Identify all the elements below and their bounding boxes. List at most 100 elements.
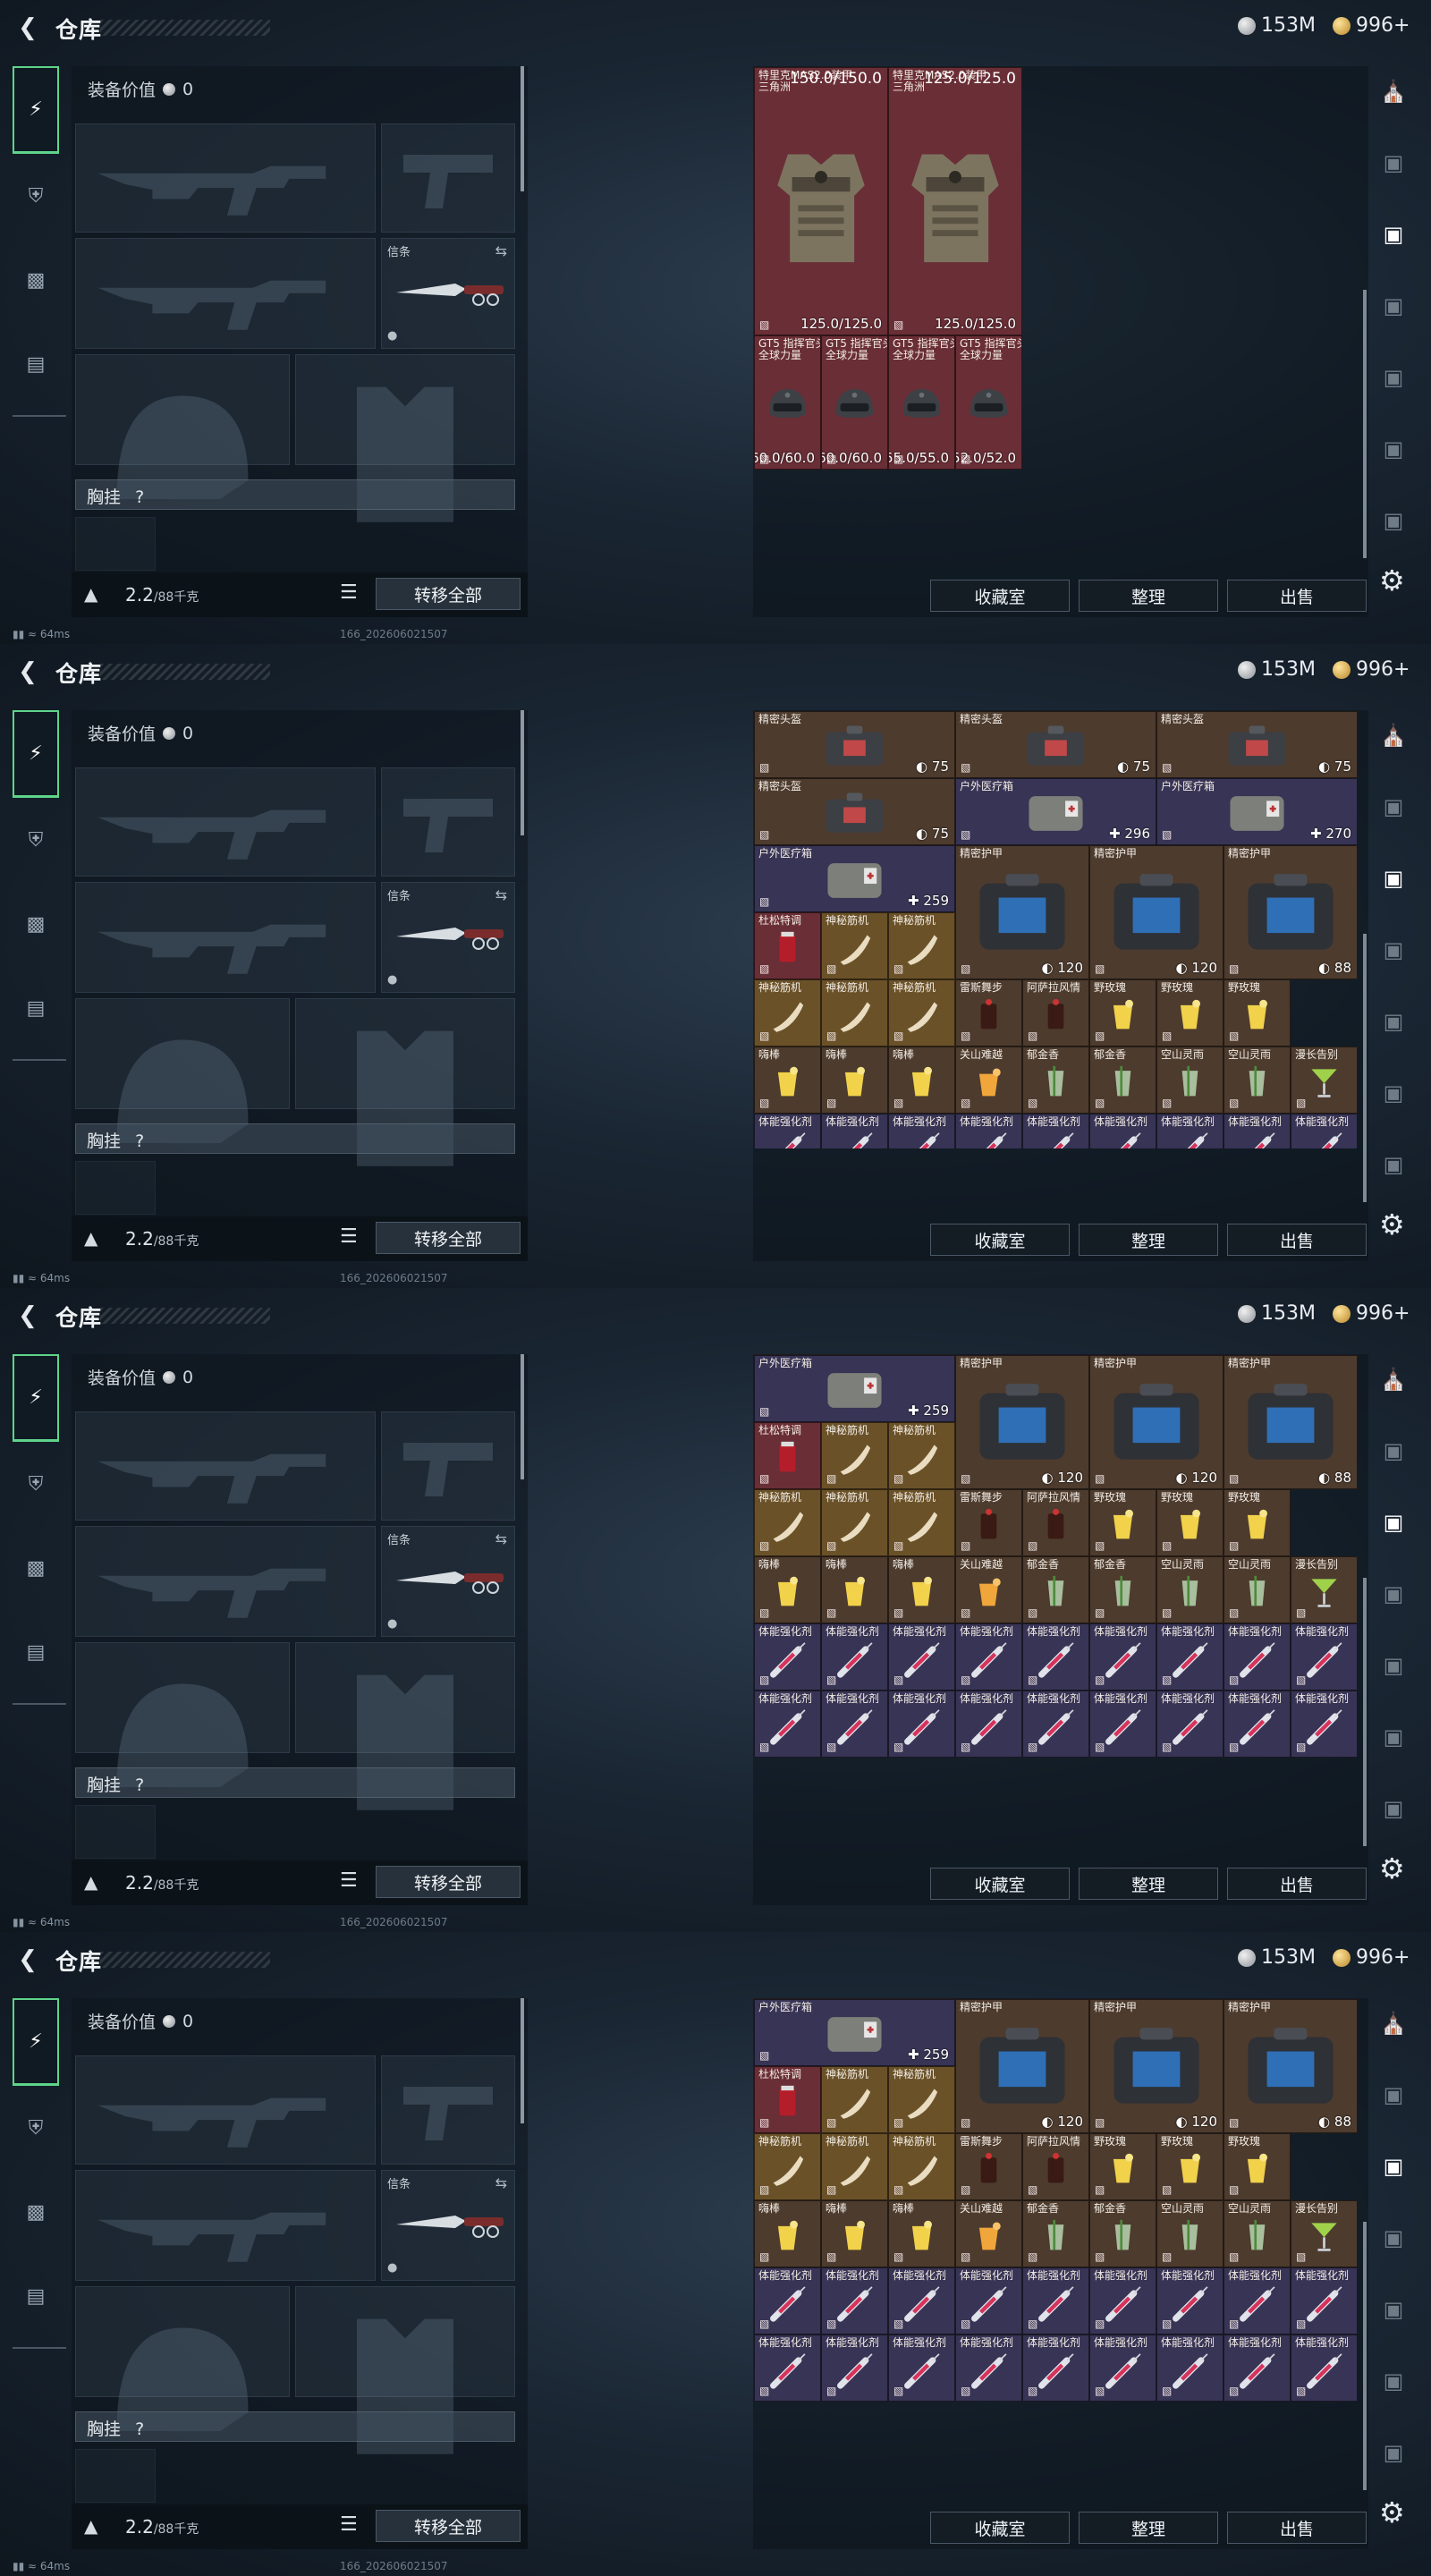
list-icon[interactable]: ☰ [340,581,358,604]
stash-page-icon[interactable]: ▣ [1374,1004,1413,1039]
stash-item[interactable]: 特里克MAS2.0装甲 三角洲 150.0/150.0 125.0/125.0 ▧ [754,67,888,335]
stash-item[interactable]: 体能强化剂▧ [1291,2334,1358,2402]
stash-item[interactable]: 杜松特调 ▧ [754,2066,821,2133]
stash-page-active-icon[interactable]: ▣ [1374,860,1413,896]
stash-item[interactable]: 嗨棒 ▧ [888,1556,955,1623]
stash-item[interactable]: 精密护甲 ◐ 120 ▧ [1089,845,1224,979]
help-icon[interactable]: ? [135,1131,144,1151]
tertiary-weapon-slot[interactable] [75,1526,376,1637]
stash-item[interactable]: 体能强化剂▧ [1291,1690,1358,1758]
collection-room-button[interactable]: 收藏室 [930,1224,1070,1256]
stash-item[interactable]: 神秘筋机 ▧ [821,2066,888,2133]
stash-item[interactable]: 体能强化剂▧ [1291,1623,1358,1690]
tertiary-weapon-slot[interactable] [75,882,376,993]
stash-page-icon[interactable]: ▣ [1374,503,1413,538]
home-stash-icon[interactable]: ⛪ [1374,73,1413,109]
melee-slot[interactable]: 信条 ⇆ ● [381,882,515,993]
tab-backpack[interactable]: ▩ [13,238,59,322]
left-scrollbar[interactable] [521,66,524,191]
stash-item[interactable]: 野玫瑰 ▧ [1089,2133,1156,2200]
stash-item[interactable]: 体能强化剂▧ [754,2267,821,2334]
stash-item[interactable]: 神秘筋机 ▧ [821,1489,888,1556]
tab-backpack[interactable]: ▩ [13,1526,59,1610]
move-all-button[interactable]: 转移全部 [376,2510,521,2542]
stash-item[interactable]: 郁金香 ▧ [1089,2200,1156,2267]
secondary-weapon-slot[interactable] [381,123,515,233]
stash-item[interactable]: 野玫瑰 ▧ [1089,1489,1156,1556]
sell-button[interactable]: 出售 [1227,2512,1367,2544]
collection-room-button[interactable]: 收藏室 [930,1868,1070,1900]
chest-rig-header[interactable]: 胸挂 ? [75,479,515,510]
helmet-slot[interactable] [75,998,290,1143]
stash-item[interactable]: 嗨棒 ▧ [754,2200,821,2267]
stash-item[interactable]: 精密头盔 ◐ 75 ▧ [754,778,955,845]
stash-item[interactable]: 体能强化剂▧ [955,1623,1022,1690]
stash-item[interactable]: 体能强化剂▧ [888,1690,955,1758]
stash-item[interactable]: 体能强化剂▧ [1156,1623,1224,1690]
left-scrollbar[interactable] [521,1998,524,2123]
help-icon[interactable]: ? [135,1775,144,1795]
stash-item[interactable]: 体能强化剂▧ [754,1623,821,1690]
list-icon[interactable]: ☰ [340,1869,358,1892]
help-icon[interactable]: ? [135,487,144,507]
stash-item[interactable]: 雷斯舞步 ▧ [955,979,1022,1046]
stash-scrollbar[interactable] [1363,934,1367,1202]
sell-button[interactable]: 出售 [1227,580,1367,612]
stash-item[interactable]: 精密头盔 ◐ 75 ▧ [1156,711,1358,778]
stash-item[interactable]: 野玫瑰 ▧ [1156,979,1224,1046]
stash-item[interactable]: 特里克MAS2.0装甲 三角洲 125.0/125.0 125.0/125.0 ▧ [888,67,1022,335]
body-armor-slot[interactable] [295,354,515,522]
stash-item[interactable]: 体能强化剂▧ [1224,2334,1291,2402]
stash-item[interactable]: 野玫瑰 ▧ [1224,2133,1291,2200]
back-arrow-icon[interactable]: ❮ [13,1945,43,1975]
stash-item[interactable]: 杜松特调 ▧ [754,1422,821,1489]
stash-item[interactable]: 漫长告别 ▧ [1291,1556,1358,1623]
stash-page-icon[interactable]: ▣ [1374,1147,1413,1182]
stash-page-active-icon[interactable]: ▣ [1374,2148,1413,2184]
stash-item[interactable]: 郁金香 ▧ [1089,1556,1156,1623]
tab-backpack[interactable]: ▩ [13,882,59,966]
stash-item[interactable]: 户外医疗箱 ✚ 259 ▧ [754,845,955,912]
helmet-slot[interactable] [75,354,290,499]
stash-item[interactable]: 雷斯舞步 ▧ [955,2133,1022,2200]
stash-item[interactable]: 关山难越 ▧ [955,1046,1022,1114]
stash-item[interactable]: 关山难越 ▧ [955,2200,1022,2267]
stash-item[interactable]: 精密头盔 ◐ 75 ▧ [955,711,1156,778]
stash-item[interactable]: 精密头盔 ◐ 75 ▧ [754,711,955,778]
stash-item[interactable]: 户外医疗箱 ✚ 270 ▧ [1156,778,1358,845]
stash-item[interactable]: 雷斯舞步 ▧ [955,1489,1022,1556]
primary-weapon-slot[interactable] [75,2055,376,2165]
chest-rig-header[interactable]: 胸挂 ? [75,2411,515,2442]
gear-icon[interactable]: ⚙ [1379,1208,1405,1241]
stash-item[interactable]: 空山灵雨 ▧ [1224,1556,1291,1623]
move-all-button[interactable]: 转移全部 [376,578,521,610]
stash-item[interactable]: 精密护甲 ◐ 120 ▧ [1089,1999,1224,2133]
tab-case[interactable]: ▤ [13,2254,59,2338]
sort-button[interactable]: 整理 [1079,580,1218,612]
stash-item[interactable]: 神秘筋机 ▧ [821,979,888,1046]
stash-scrollbar[interactable] [1363,1578,1367,1846]
stash-item[interactable]: 神秘筋机 ▧ [821,912,888,979]
body-armor-slot[interactable] [295,1642,515,1810]
stash-item[interactable]: 漫长告别 ▧ [1291,1046,1358,1114]
swap-icon[interactable]: ⇆ [495,886,507,903]
stash-item[interactable]: GT5 指挥官头盔 全球力量52.0/52.0▧ [955,335,1022,470]
stash-item[interactable]: 体能强化剂▧ [1156,2267,1224,2334]
stash-page-icon[interactable]: ▣ [1374,1433,1413,1469]
stash-item[interactable]: 体能强化剂▧ [1022,1114,1089,1148]
stash-item[interactable]: 体能强化剂▧ [1291,1114,1358,1148]
swap-icon[interactable]: ⇆ [495,2174,507,2191]
stash-item[interactable]: 精密护甲 ◐ 120 ▧ [955,1999,1089,2133]
stash-item[interactable]: GT5 指挥官头盔 全球力量60.0/60.0▧ [821,335,888,470]
tertiary-weapon-slot[interactable] [75,238,376,349]
stash-item[interactable]: 空山灵雨 ▧ [1224,2200,1291,2267]
stash-item[interactable]: 体能强化剂▧ [754,2334,821,2402]
back-arrow-icon[interactable]: ❮ [13,657,43,687]
gear-icon[interactable]: ⚙ [1379,564,1405,597]
chest-rig-slot[interactable] [75,1805,156,1859]
stash-item[interactable]: 体能强化剂▧ [1089,1623,1156,1690]
helmet-slot[interactable] [75,1642,290,1787]
stash-item[interactable]: 体能强化剂▧ [821,1114,888,1148]
body-armor-slot[interactable] [295,998,515,1166]
stash-page-icon[interactable]: ▣ [1374,431,1413,467]
